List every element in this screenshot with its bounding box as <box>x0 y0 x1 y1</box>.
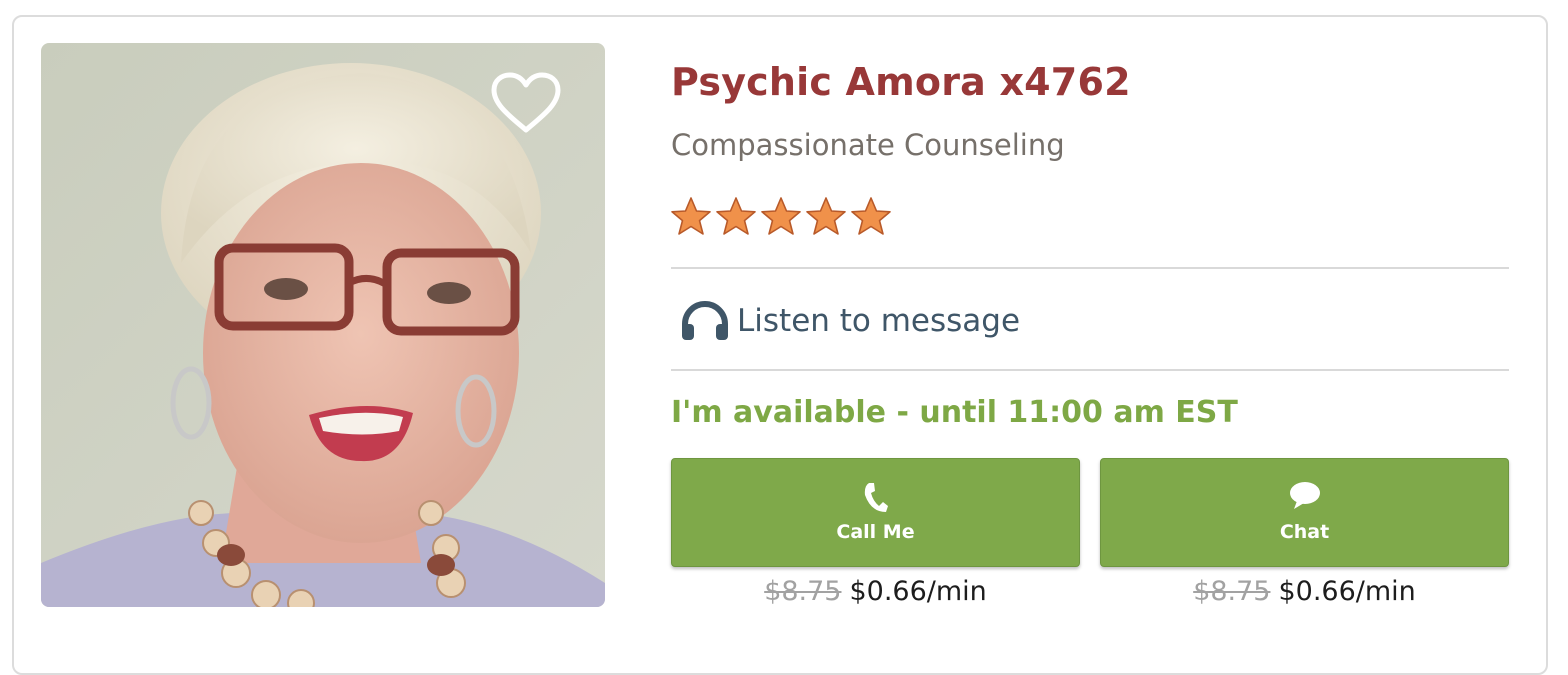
call-current-price: $0.66/min <box>849 576 987 607</box>
availability-status: I'm available - until 11:00 am EST <box>671 395 1238 430</box>
call-me-label: Call Me <box>836 521 915 543</box>
star-icon <box>761 197 801 235</box>
call-price: $8.75 $0.66/min <box>671 576 1080 607</box>
star-icon <box>671 197 711 235</box>
listen-label: Listen to message <box>737 303 1021 339</box>
call-me-button[interactable]: Call Me <box>671 458 1080 567</box>
chat-bubble-icon <box>1289 482 1320 509</box>
divider-bottom <box>671 369 1509 371</box>
chat-button[interactable]: Chat <box>1100 458 1509 567</box>
advisor-tagline: Compassionate Counseling <box>671 128 1065 162</box>
chat-current-price: $0.66/min <box>1278 576 1416 607</box>
favorite-heart-icon[interactable] <box>491 72 561 134</box>
phone-icon <box>864 483 888 512</box>
star-icon <box>806 197 846 235</box>
chat-label: Chat <box>1279 521 1330 543</box>
rating-stars <box>670 196 895 238</box>
listen-to-message-link[interactable]: Listen to message <box>681 298 1020 344</box>
chat-old-price: $8.75 <box>1193 576 1271 607</box>
headphones-icon <box>682 301 728 340</box>
divider-top <box>671 267 1509 269</box>
advisor-name[interactable]: Psychic Amora x4762 <box>671 60 1131 104</box>
call-old-price: $8.75 <box>764 576 842 607</box>
star-icon <box>851 197 891 235</box>
star-icon <box>716 197 756 235</box>
chat-price: $8.75 $0.66/min <box>1100 576 1509 607</box>
